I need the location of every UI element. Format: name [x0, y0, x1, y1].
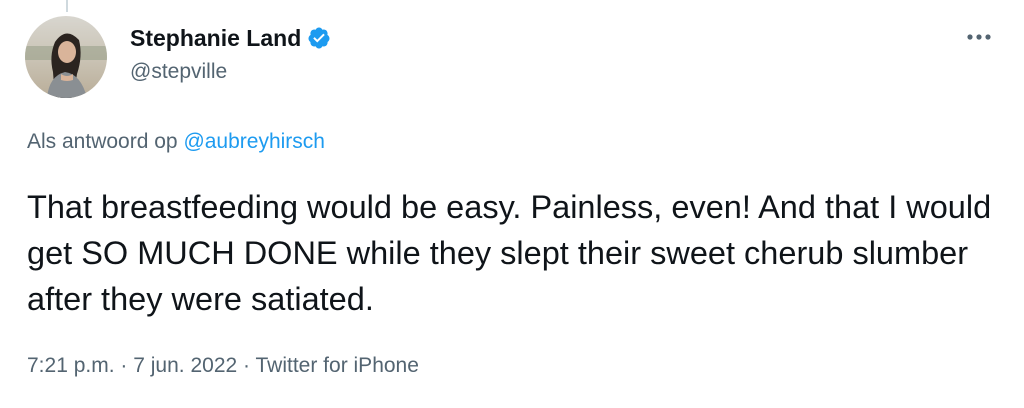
avatar[interactable] — [25, 16, 107, 98]
author-display-name[interactable]: Stephanie Land — [130, 25, 301, 52]
tweet-source[interactable]: Twitter for iPhone — [256, 354, 419, 377]
tweet-date[interactable]: 7 jun. 2022 — [133, 354, 237, 377]
profile-photo-icon — [25, 16, 107, 98]
name-row: Stephanie Land — [130, 22, 331, 54]
meta-separator: · — [120, 354, 128, 377]
author-block: Stephanie Land @stepville — [130, 22, 331, 84]
more-horizontal-icon — [967, 34, 991, 40]
reply-context: Als antwoord op @aubreyhirsch — [27, 130, 325, 154]
meta-separator: · — [243, 354, 251, 377]
reply-mention-link[interactable]: @aubreyhirsch — [183, 130, 325, 153]
more-options-button[interactable] — [964, 22, 994, 52]
thread-connector-line — [66, 0, 68, 12]
tweet-text: That breastfeeding would be easy. Painle… — [27, 189, 992, 317]
verified-badge-icon — [307, 26, 331, 50]
author-handle[interactable]: @stepville — [130, 60, 331, 84]
tweet-time[interactable]: 7:21 p.m. — [27, 354, 115, 377]
tweet-meta: 7:21 p.m. · 7 jun. 2022 · Twitter for iP… — [27, 354, 419, 378]
reply-prefix: Als antwoord op — [27, 130, 178, 153]
